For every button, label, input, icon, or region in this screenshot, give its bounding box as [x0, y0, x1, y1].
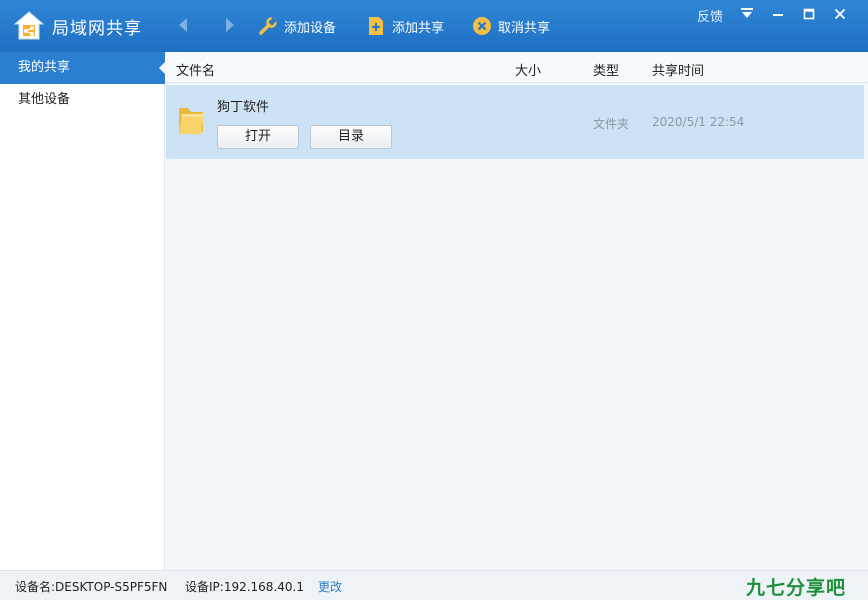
title-bar: 局域网共享 添加设备 添加共享 取消共享 反馈	[0, 0, 868, 52]
back-arrow-icon[interactable]	[172, 14, 194, 36]
cancel-circle-icon	[472, 16, 492, 36]
table-row[interactable]: 狗丁软件 打开 目录 文件夹 2020/5/1 22:54	[166, 85, 864, 159]
add-device-label: 添加设备	[284, 20, 337, 36]
watermark-logo: 九七分享吧	[746, 577, 847, 599]
column-header-name[interactable]: 文件名	[176, 60, 215, 79]
share-time: 2020/5/1 22:54	[652, 115, 745, 129]
column-header-type[interactable]: 类型	[593, 60, 619, 79]
menu-dropdown-icon[interactable]	[737, 6, 757, 22]
close-icon[interactable]	[830, 6, 850, 22]
sidebar-item-my-share[interactable]: 我的共享	[0, 52, 166, 84]
file-name: 狗丁软件	[217, 100, 270, 115]
column-header-size[interactable]: 大小	[515, 60, 541, 79]
add-share-button[interactable]: 添加共享	[366, 13, 444, 39]
device-name-label: 设备名:DESKTOP-S5PF5FN	[15, 580, 168, 594]
device-ip-label: 设备IP:192.168.40.1	[185, 580, 304, 594]
app-logo-icon	[12, 9, 46, 43]
cancel-share-button[interactable]: 取消共享	[472, 13, 550, 39]
sidebar-item-other-devices[interactable]: 其他设备	[0, 84, 165, 116]
wrench-icon	[258, 16, 278, 36]
add-device-button[interactable]: 添加设备	[258, 13, 336, 39]
status-bar: 设备名:DESKTOP-S5PF5FN 设备IP:192.168.40.1 更改…	[0, 570, 868, 600]
sidebar: 我的共享 其他设备	[0, 52, 166, 570]
feedback-link[interactable]: 反馈	[697, 6, 723, 25]
table-header: 文件名 大小 类型 共享时间	[166, 52, 868, 83]
add-share-label: 添加共享	[392, 20, 445, 36]
forward-arrow-icon[interactable]	[219, 14, 241, 36]
add-file-icon	[366, 16, 386, 36]
open-button[interactable]: 打开	[217, 125, 299, 149]
file-type: 文件夹	[593, 117, 630, 131]
minimize-icon[interactable]	[768, 6, 788, 22]
folder-icon	[176, 104, 206, 136]
main-panel: 文件名 大小 类型 共享时间 狗丁软件 打开 目录 文件夹 2020/5/1 2…	[166, 52, 868, 570]
maximize-icon[interactable]	[799, 6, 819, 22]
directory-button[interactable]: 目录	[310, 125, 392, 149]
change-link[interactable]: 更改	[318, 578, 342, 595]
cancel-share-label: 取消共享	[498, 20, 551, 36]
column-header-time[interactable]: 共享时间	[652, 60, 704, 79]
app-title: 局域网共享	[52, 19, 142, 39]
